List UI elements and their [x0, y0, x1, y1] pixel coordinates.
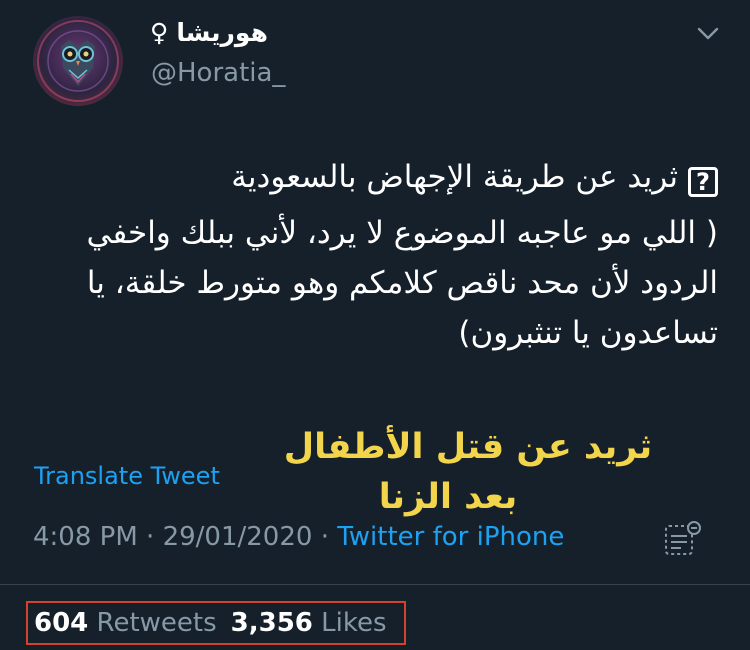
tweet-line-1: ? ثريد عن طريقة الإجهاض بالسعودية: [28, 152, 718, 202]
question-box-icon: ?: [688, 167, 718, 197]
display-name[interactable]: ♀ هوريشا: [150, 18, 268, 47]
tweet-time[interactable]: 4:08 PM: [33, 522, 138, 552]
tweet-line-1-text: ثريد عن طريقة الإجهاض بالسعودية: [231, 159, 678, 195]
translate-tweet-link[interactable]: Translate Tweet: [34, 462, 220, 490]
display-name-text: هوريشا: [176, 18, 268, 47]
overlay-caption: ثريد عن قتل الأطفال بعد الزنا: [278, 422, 658, 522]
tweet-text: ? ثريد عن طريقة الإجهاض بالسعودية ( اللي …: [28, 152, 718, 358]
likes-stat[interactable]: 3,356 Likes: [231, 608, 387, 638]
retweets-label: Retweets: [96, 608, 217, 638]
tweet-meta: 4:08 PM · 29/01/2020 · Twitter for iPhon…: [33, 522, 564, 552]
likes-label: Likes: [321, 608, 387, 638]
analytics-icon[interactable]: [662, 520, 704, 560]
overlay-caption-line-2: بعد الزنا: [378, 477, 518, 517]
retweets-stat[interactable]: 604 Retweets: [34, 608, 217, 638]
tweet-paragraph-2: ( اللي مو عاجبه الموضوع لا يرد، لأني ببل…: [86, 215, 718, 351]
owl-icon: [37, 20, 119, 102]
engagement-stats: 604 Retweets 3,356 Likes: [26, 601, 406, 645]
tweet-source-link[interactable]: Twitter for iPhone: [337, 522, 564, 552]
retweets-count: 604: [34, 608, 89, 638]
overlay-caption-line-1: ثريد عن قتل الأطفال: [283, 427, 653, 467]
divider: [0, 584, 750, 585]
avatar[interactable]: [33, 16, 123, 106]
user-handle[interactable]: @Horatia_: [151, 58, 285, 88]
likes-count: 3,356: [230, 608, 313, 638]
female-symbol: ♀: [150, 18, 169, 47]
chevron-down-icon[interactable]: [697, 27, 719, 41]
tweet-date[interactable]: 29/01/2020: [163, 522, 313, 552]
meta-separator: ·: [320, 522, 329, 552]
meta-separator: ·: [146, 522, 155, 552]
